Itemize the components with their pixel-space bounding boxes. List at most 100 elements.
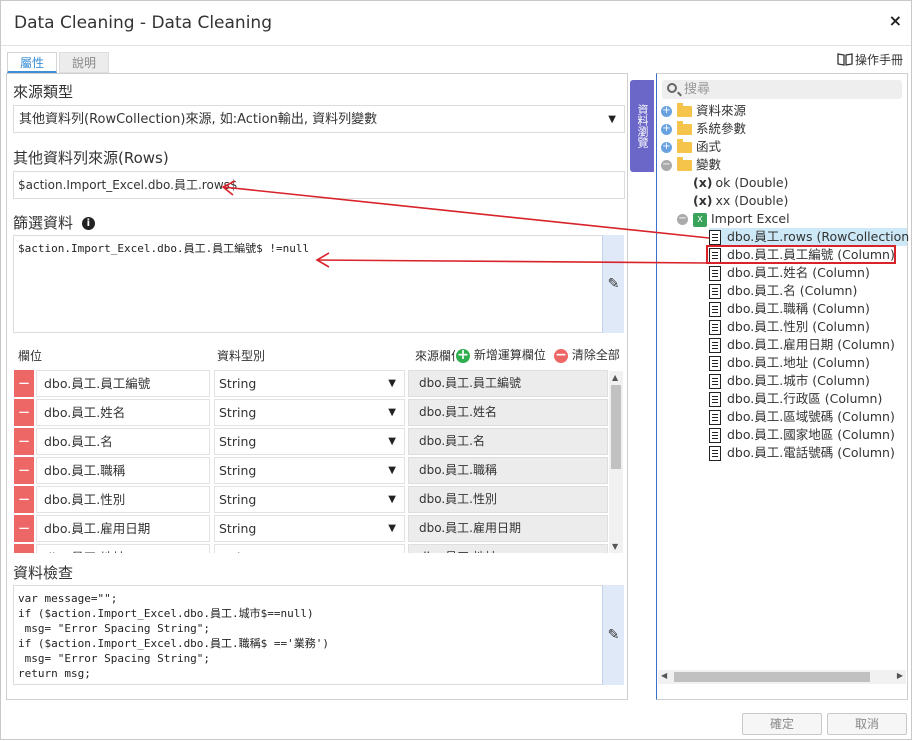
tree-item[interactable]: dbo.員工.性別 (Column) — [709, 318, 870, 336]
source-type-value: 其他資料列(RowCollection)來源, 如:Action輸出, 資料列變… — [19, 112, 378, 127]
type-select[interactable]: String ▼ — [214, 486, 405, 513]
tree-item[interactable]: dbo.員工.國家地區 (Column) — [709, 426, 895, 444]
type-select[interactable]: String ▼ — [214, 399, 405, 426]
tree-item-label: dbo.員工.名 (Column) — [727, 283, 858, 298]
tree-item[interactable]: dbo.員工.雇用日期 (Column) — [709, 336, 895, 354]
tree-item-label: dbo.員工.性別 (Column) — [727, 319, 870, 334]
ok-button[interactable]: 確定 — [742, 713, 822, 735]
field-name-input[interactable]: dbo.員工.姓名 — [36, 399, 210, 426]
column-icon — [709, 410, 721, 425]
scroll-down-icon[interactable]: ▼ — [612, 542, 618, 551]
tab-description[interactable]: 說明 — [59, 52, 109, 73]
tree-item[interactable]: dbo.員工.區域號碼 (Column) — [709, 408, 895, 426]
field-name-input[interactable]: dbo.員工.雇用日期 — [36, 515, 210, 542]
script-icon[interactable]: ✎ — [602, 585, 624, 685]
manual-link[interactable]: 操作手冊 — [837, 51, 903, 69]
column-icon — [709, 428, 721, 443]
delete-row-button[interactable]: − — [14, 457, 34, 484]
field-name-input[interactable]: dbo.員工.名 — [36, 428, 210, 455]
script-icon[interactable]: ✎ — [602, 235, 624, 333]
tree-item[interactable]: dbo.員工.名 (Column) — [709, 282, 857, 300]
tree-item[interactable]: dbo.員工.城市 (Column) — [709, 372, 870, 390]
filter-editor[interactable]: $action.Import_Excel.dbo.員工.員工編號$ !=null — [13, 235, 603, 333]
tree-item-label: dbo.員工.城市 (Column) — [727, 373, 870, 388]
table-row: − dbo.員工.雇用日期 String ▼ dbo.員工.雇用日期 — [14, 515, 609, 542]
source-field: dbo.員工.職稱 — [408, 457, 608, 484]
source-type-select[interactable]: 其他資料列(RowCollection)來源, 如:Action輸出, 資料列變… — [13, 105, 625, 133]
field-name-input[interactable]: dbo.員工.性別 — [36, 486, 210, 513]
delete-row-button[interactable]: − — [14, 486, 34, 513]
collapse-icon[interactable]: − — [677, 214, 688, 225]
tab-properties[interactable]: 屬性 — [7, 52, 57, 73]
scroll-right-icon[interactable]: ▶ — [897, 671, 903, 680]
scroll-left-icon[interactable]: ◀ — [661, 671, 667, 680]
expand-icon[interactable]: + — [661, 124, 672, 135]
tree-item[interactable]: dbo.員工.rows (RowCollection — [709, 228, 909, 246]
tree-variable[interactable]: (x) ok (Double) — [693, 174, 788, 192]
type-select[interactable]: String ▼ — [214, 370, 405, 397]
column-icon — [709, 266, 721, 281]
type-value: String — [219, 550, 256, 553]
field-name-input[interactable]: dbo.員工.員工編號 — [36, 370, 210, 397]
check-label: 資料檢查 — [13, 564, 74, 582]
tree-item[interactable]: dbo.員工.電話號碼 (Column) — [709, 444, 895, 462]
close-icon[interactable]: × — [889, 11, 902, 30]
delete-row-button[interactable]: − — [14, 544, 34, 553]
tree-folder[interactable]: + 函式 — [661, 138, 721, 156]
type-value: String — [219, 376, 257, 391]
tree-folder[interactable]: + 資料來源 — [661, 102, 746, 120]
info-icon[interactable]: i — [81, 217, 95, 230]
tree-item-label: dbo.員工.地址 (Column) — [727, 355, 870, 370]
expand-icon[interactable]: + — [661, 106, 672, 117]
add-computed-column-button[interactable]: + 新增運算欄位 — [456, 346, 546, 363]
tree-variable[interactable]: (x) xx (Double) — [693, 192, 788, 210]
search-placeholder: 搜尋 — [684, 82, 711, 97]
tree-folder[interactable]: + 系統參數 — [661, 120, 746, 138]
tree-item[interactable]: dbo.員工.員工編號 (Column) — [709, 246, 895, 264]
rows-source-input[interactable]: $action.Import_Excel.dbo.員工.rows$ — [13, 171, 625, 199]
scrollbar-thumb[interactable] — [611, 385, 621, 469]
delete-row-button[interactable]: − — [14, 370, 34, 397]
scroll-up-icon[interactable]: ▲ — [612, 373, 618, 382]
chevron-down-icon: ▼ — [388, 378, 396, 389]
type-select[interactable]: String ▼ — [214, 515, 405, 542]
folder-icon — [677, 139, 692, 153]
field-name-input[interactable]: dbo.員工.職稱 — [36, 457, 210, 484]
data-browse-tab[interactable]: 資料瀏覽 — [630, 80, 654, 172]
type-select[interactable]: String ▼ — [214, 544, 405, 553]
manual-label: 操作手冊 — [854, 53, 903, 67]
search-input[interactable]: 搜尋 — [662, 80, 902, 99]
cancel-button[interactable]: 取消 — [827, 713, 907, 735]
tree-folder-label: 系統參數 — [696, 121, 747, 136]
tree-variable-label: xx (Double) — [715, 193, 789, 208]
type-select[interactable]: String ▼ — [214, 457, 405, 484]
collapse-icon[interactable]: − — [661, 160, 672, 171]
field-name-input[interactable]: dbo.員工.地址 — [36, 544, 210, 553]
columns-scrollbar[interactable]: ▲ ▼ — [609, 371, 623, 553]
source-field: dbo.員工.雇用日期 — [408, 515, 608, 542]
clear-all-button[interactable]: − 清除全部 — [554, 346, 620, 363]
column-icon — [709, 320, 721, 335]
column-icon — [709, 248, 721, 263]
tree-item[interactable]: dbo.員工.地址 (Column) — [709, 354, 870, 372]
type-value: String — [219, 521, 257, 536]
tree-item[interactable]: dbo.員工.行政區 (Column) — [709, 390, 882, 408]
tree-import[interactable]: − X Import Excel — [677, 210, 790, 228]
tree-hscrollbar[interactable]: ◀ ▶ — [658, 670, 906, 684]
column-icon — [709, 284, 721, 299]
column-icon — [709, 338, 721, 353]
folder-icon — [677, 121, 692, 135]
delete-row-button[interactable]: − — [14, 428, 34, 455]
table-row: − dbo.員工.性別 String ▼ dbo.員工.性別 — [14, 486, 609, 513]
tree-folder[interactable]: − 變數 — [661, 156, 721, 174]
delete-row-button[interactable]: − — [14, 399, 34, 426]
type-select[interactable]: String ▼ — [214, 428, 405, 455]
expand-icon[interactable]: + — [661, 142, 672, 153]
check-editor[interactable]: var message=""; if ($action.Import_Excel… — [13, 585, 603, 685]
field-column-header: 欄位 — [18, 349, 43, 363]
tree-item[interactable]: dbo.員工.姓名 (Column) — [709, 264, 870, 282]
columns-list: − dbo.員工.員工編號 String ▼ dbo.員工.員工編號 − dbo.… — [1, 370, 625, 553]
tree-item[interactable]: dbo.員工.職稱 (Column) — [709, 300, 870, 318]
scrollbar-thumb[interactable] — [674, 672, 870, 682]
delete-row-button[interactable]: − — [14, 515, 34, 542]
